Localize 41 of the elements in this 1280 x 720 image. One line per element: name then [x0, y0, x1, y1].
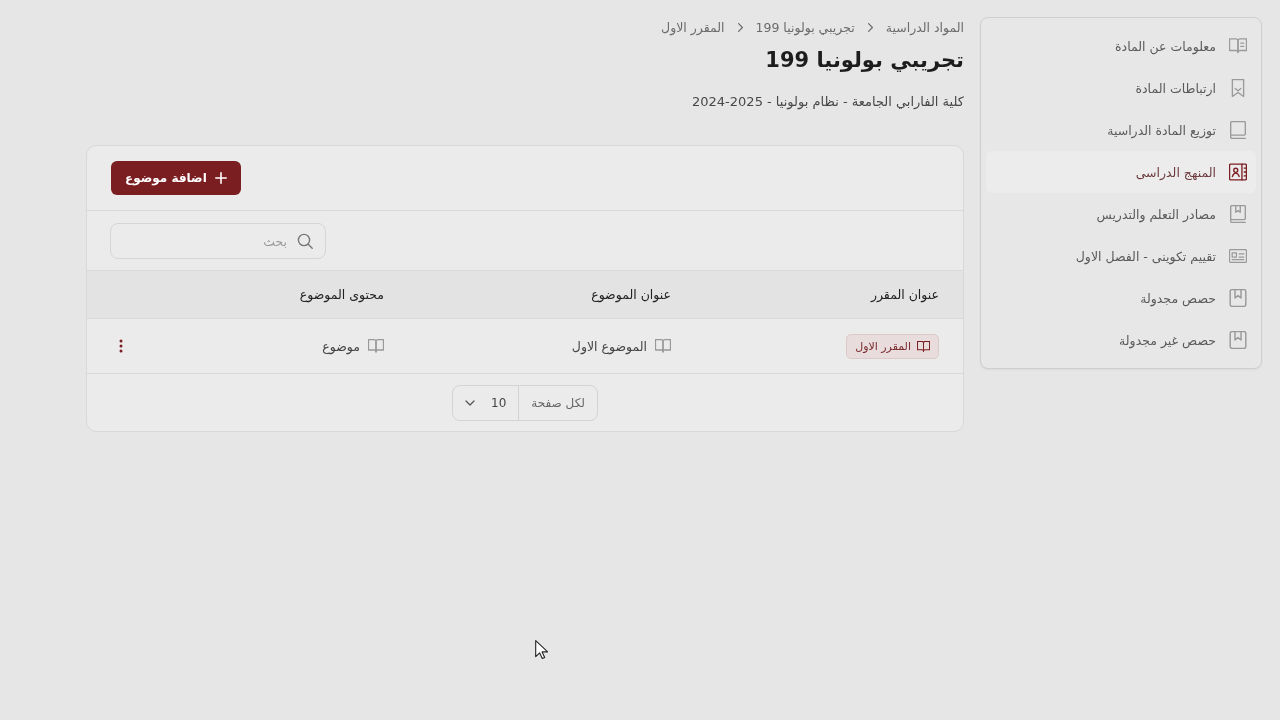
chevron-icon	[737, 22, 743, 32]
bookmark-book-icon	[1229, 289, 1247, 307]
page-size-label: لكل صفحة	[518, 385, 597, 420]
sidebar-item[interactable]: توزيع المادة الدراسية	[986, 109, 1256, 151]
add-topic-button[interactable]: اضافة موضوع	[111, 161, 241, 195]
column-header: محتوى الموضوع	[298, 287, 384, 302]
breadcrumb-link[interactable]: تجريبي بولونيا 199	[755, 19, 855, 35]
search-field[interactable]: بحث	[110, 223, 326, 259]
column-header: عنوان المقرر	[869, 287, 939, 302]
page-size-select[interactable]: 10	[453, 385, 519, 420]
id-card-icon	[1229, 247, 1247, 265]
chevron-icon	[867, 22, 873, 32]
sidebar-item[interactable]: حصص مجدولة	[986, 277, 1256, 319]
open-book-icon	[655, 339, 671, 353]
search-icon	[297, 233, 313, 249]
open-book-icon	[917, 340, 930, 352]
bookmark-book-icon	[1229, 331, 1247, 349]
topic-title: الموضوع الاول	[571, 338, 647, 354]
breadcrumb-link[interactable]: المقرر الاول	[661, 19, 725, 35]
kebab-menu-icon[interactable]	[119, 339, 123, 353]
breadcrumb-link[interactable]: المواد الدراسية	[885, 19, 964, 35]
sidebar-item[interactable]: ارتباطات المادة	[986, 67, 1256, 109]
book-bookmark-icon	[1229, 205, 1247, 223]
course-title: المقرر الاول	[855, 339, 911, 353]
sidebar-item[interactable]: معلومات عن المادة	[986, 25, 1256, 67]
sidebar-item[interactable]: تقييم تكوينى - الفصل الاول	[986, 235, 1256, 277]
book-icon	[1229, 121, 1247, 139]
column-header: عنوان الموضوع	[590, 287, 671, 302]
bookmark-icon	[1229, 79, 1247, 97]
sidebar-item[interactable]: حصص غير مجدولة	[986, 319, 1256, 361]
chevron-down-icon	[465, 399, 476, 406]
page-subtitle: كلية الفارابي الجامعة - نظام بولونيا - 2025-2024	[691, 93, 964, 112]
mouse-cursor-icon	[535, 640, 548, 659]
sidebar-item[interactable]: مصادر التعلم والتدريس	[986, 193, 1256, 235]
topic-content: موضوع	[322, 338, 360, 354]
open-book-icon	[1229, 37, 1247, 55]
sidebar-item[interactable]: المنهج الدراسى	[986, 151, 1256, 193]
contact-card-icon	[1229, 163, 1247, 181]
page-title: تجريبي بولونيا 199	[764, 47, 964, 74]
plus-icon	[214, 172, 227, 184]
open-book-icon	[368, 339, 384, 353]
